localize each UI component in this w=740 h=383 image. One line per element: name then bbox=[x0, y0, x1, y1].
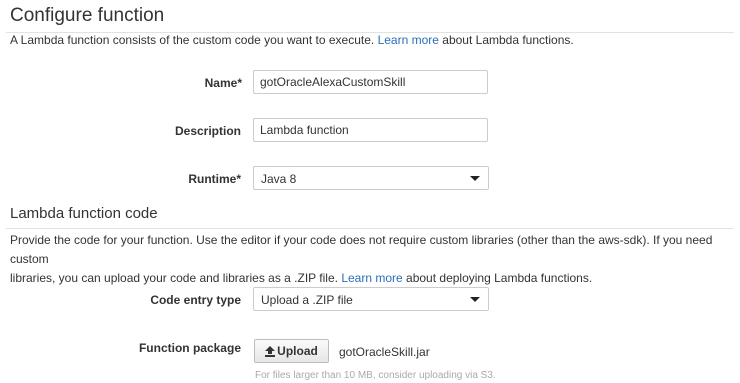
upload-size-hint: For files larger than 10 MB, consider up… bbox=[255, 370, 496, 381]
upload-arrow-icon bbox=[265, 345, 276, 357]
configure-function-description: A Lambda function consists of the custom… bbox=[10, 31, 574, 50]
description-line-2: libraries, you can upload your code and … bbox=[10, 269, 734, 288]
learn-more-link[interactable]: Learn more bbox=[378, 33, 439, 47]
runtime-label: Runtime* bbox=[188, 172, 241, 186]
description-label: Description bbox=[174, 124, 241, 138]
caret-down-icon bbox=[470, 297, 480, 302]
code-entry-type-select[interactable]: Upload a .ZIP file bbox=[253, 287, 489, 311]
description-line-2-text-after: about deploying Lambda functions. bbox=[406, 271, 593, 285]
lambda-code-description: Provide the code for your function. Use … bbox=[10, 231, 734, 288]
upload-button-label: Upload bbox=[277, 344, 318, 358]
description-text-after: about Lambda functions. bbox=[442, 33, 574, 47]
code-entry-type-label: Code entry type bbox=[150, 293, 241, 307]
runtime-selected-value: Java 8 bbox=[261, 172, 297, 186]
code-entry-type-selected-value: Upload a .ZIP file bbox=[261, 293, 353, 307]
selected-file-name: gotOracleSkill.jar bbox=[339, 345, 430, 359]
runtime-select[interactable]: Java 8 bbox=[253, 166, 489, 190]
divider bbox=[6, 228, 734, 229]
caret-down-icon bbox=[470, 176, 480, 181]
description-input[interactable] bbox=[253, 118, 488, 142]
name-label: Name* bbox=[204, 76, 242, 90]
name-input[interactable] bbox=[253, 70, 488, 94]
configure-function-heading: Configure function bbox=[10, 5, 165, 26]
description-text: A Lambda function consists of the custom… bbox=[10, 33, 375, 47]
learn-more-link[interactable]: Learn more bbox=[341, 271, 402, 285]
description-line-1: Provide the code for your function. Use … bbox=[10, 233, 713, 266]
lambda-function-code-heading: Lambda function code bbox=[10, 205, 158, 222]
upload-button[interactable]: Upload bbox=[254, 339, 329, 363]
description-line-2-text: libraries, you can upload your code and … bbox=[10, 271, 338, 285]
configure-function-page: Configure function A Lambda function con… bbox=[0, 0, 740, 383]
function-package-label: Function package bbox=[138, 341, 241, 355]
